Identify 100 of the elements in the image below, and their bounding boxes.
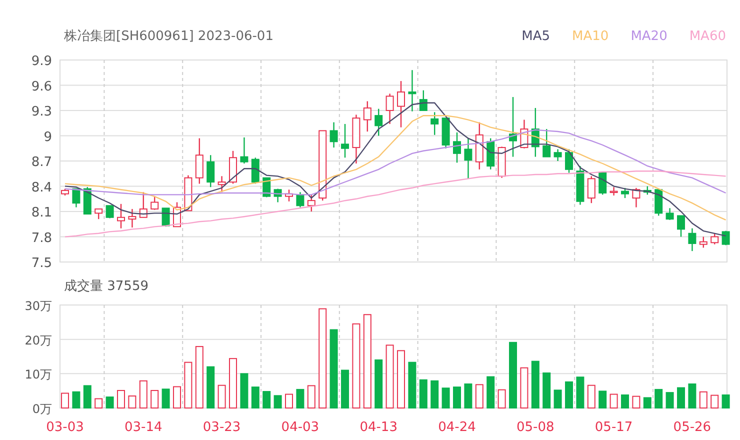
volume-bar (117, 390, 125, 408)
candlestick (307, 194, 316, 212)
volume-bar (498, 389, 506, 408)
candlestick (106, 205, 114, 218)
candlestick (554, 149, 562, 161)
candlestick (464, 138, 472, 179)
candlestick (498, 146, 506, 178)
axis-label: 7.5 (31, 256, 52, 268)
volume-bar (520, 367, 528, 408)
candlestick (453, 132, 461, 163)
volume-bar (262, 391, 271, 408)
candlestick (688, 228, 696, 252)
candlestick (643, 186, 652, 195)
candlestick (162, 208, 170, 227)
date-label: 03-03 (46, 420, 84, 435)
candlestick (341, 124, 349, 158)
candlestick (699, 236, 708, 248)
date-label: 03-14 (124, 420, 162, 435)
candlestick (710, 233, 719, 244)
chart-title: 株冶集团[SH600961] 2023-06-01 (64, 28, 274, 46)
volume-bar (632, 396, 640, 408)
candlestick (610, 187, 618, 196)
volume-bar (296, 388, 304, 408)
volume-bar (565, 381, 573, 408)
date-label: 03-23 (202, 420, 241, 435)
volume-bar (442, 388, 450, 408)
candlestick (117, 204, 125, 228)
date-label: 05-08 (516, 420, 554, 435)
candlestick (240, 137, 248, 164)
axis-label: 9.3 (31, 104, 52, 120)
volume-bar (72, 391, 80, 408)
volume-bar (486, 376, 495, 408)
candlestick (83, 187, 92, 215)
candlestick (419, 90, 428, 112)
candlestick (61, 188, 69, 196)
candlestick (318, 130, 327, 201)
axis-label: 9.6 (31, 79, 52, 94)
candlestick (386, 94, 394, 124)
candlestick (565, 149, 573, 173)
volume-bar (397, 350, 405, 408)
volume-bar (542, 372, 551, 408)
candlestick (621, 188, 629, 198)
volume-bar (610, 394, 618, 408)
volume-bar (710, 394, 719, 408)
candlestick (397, 81, 405, 128)
axis-label: 9 (44, 130, 52, 145)
candlestick (363, 101, 372, 132)
legend-item: MA5 (522, 28, 550, 46)
candlestick (296, 192, 304, 208)
volume-bar (419, 379, 428, 408)
volume-bar (643, 397, 652, 408)
candlestick (520, 120, 528, 148)
candlestick (442, 117, 450, 148)
volume-bar (218, 384, 226, 408)
volume-bar (251, 386, 260, 408)
volume-bar (341, 370, 349, 408)
volume-bar (229, 358, 237, 408)
volume-bar (531, 360, 540, 408)
axis-label: 0万 (32, 402, 52, 416)
candlestick (262, 177, 271, 198)
candlestick (430, 112, 439, 135)
date-label: 05-26 (673, 420, 712, 435)
volume-bar (240, 373, 248, 408)
candlestick (285, 190, 293, 202)
legend-item: MA20 (630, 28, 668, 46)
candlestick (229, 150, 237, 184)
axis-label: 30万 (24, 300, 52, 313)
volume-bar (274, 395, 282, 408)
candlestick (632, 188, 640, 208)
candlestick (598, 172, 607, 195)
candlestick (509, 97, 517, 157)
volume-bar (654, 388, 663, 408)
volume-bar (722, 394, 730, 408)
candlestick (542, 129, 551, 158)
volume-bar (374, 359, 383, 408)
candlestick (72, 188, 80, 208)
candlestick (218, 176, 226, 192)
volume-bar (61, 392, 69, 408)
volume-bar (206, 366, 215, 408)
candlestick (475, 122, 484, 170)
volume-bar (94, 398, 103, 408)
candlestick (128, 208, 136, 228)
candlestick (374, 108, 383, 136)
axis-label: 8.7 (31, 155, 52, 170)
legend-item: MA10 (572, 28, 609, 46)
volume-bar (173, 386, 181, 408)
candlestick (352, 114, 360, 164)
volume-bar (128, 395, 136, 408)
candlestick (576, 166, 584, 205)
date-label: 05-17 (594, 420, 633, 435)
legend-item: MA60 (689, 28, 726, 46)
volume-bar (386, 344, 394, 408)
volume-title: 成交量 37559 (64, 278, 148, 296)
volume-bar (184, 362, 192, 408)
axis-label: 10万 (24, 368, 52, 382)
volume-bar (106, 396, 114, 408)
axis-label: 7.8 (31, 230, 52, 246)
date-label: 04-13 (360, 420, 398, 435)
volume-bar (621, 394, 629, 408)
candlestick (330, 122, 338, 148)
